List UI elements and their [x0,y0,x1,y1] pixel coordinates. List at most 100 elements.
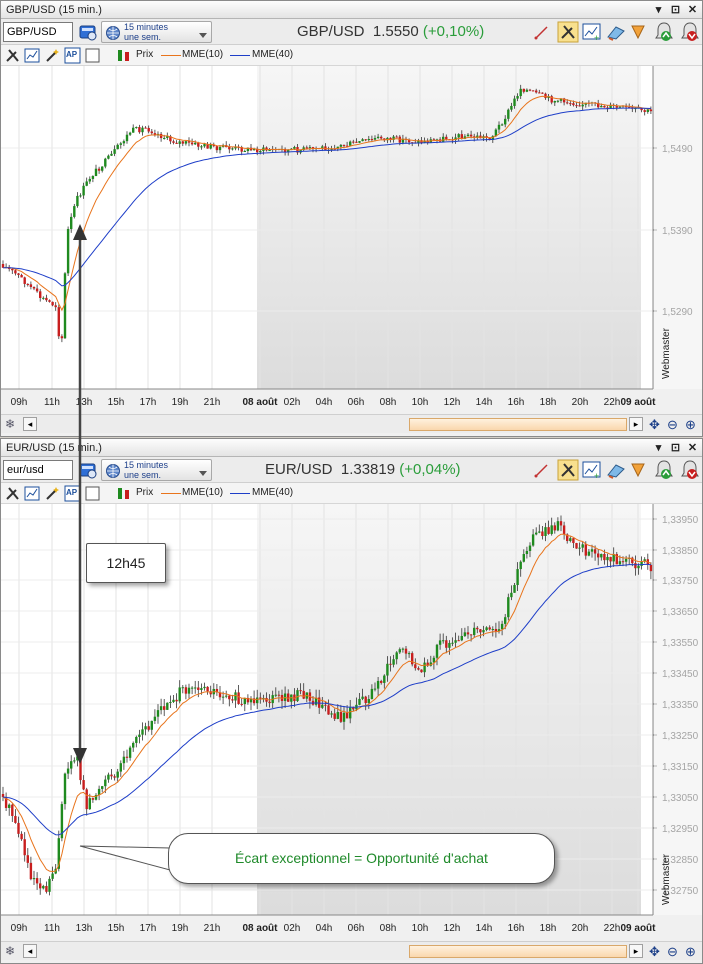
candle-bear [528,89,532,91]
tools-icon[interactable] [4,47,21,64]
candle-bear [1,794,5,797]
scroll-left-button[interactable]: ◂ [23,417,37,431]
symbol-input[interactable] [3,22,73,42]
tools-icon[interactable] [4,485,21,502]
close-button[interactable]: ✕ [687,3,698,16]
paint-icon[interactable] [605,21,627,43]
price-chart-gbpusd[interactable]: 1,54901,53901,529009h11h13h15h17h19h21h0… [1,66,702,414]
autoprice-icon[interactable]: AP [64,47,81,64]
zoom-in-icon[interactable]: ⊕ [685,417,696,433]
timeframe-select[interactable]: 15 minutes une sem. [101,21,212,43]
candle-bull [451,642,454,644]
minimize-button[interactable]: ▾ [653,3,664,16]
candle-bear [60,336,64,339]
close-button[interactable]: ✕ [687,441,698,454]
x-tick-label: 19h [172,397,189,408]
timeframe-select[interactable]: 15 minutes une sem. [101,459,212,481]
candle-bull [373,138,377,140]
paint-icon[interactable] [605,459,627,481]
pencil-icon[interactable] [531,459,553,481]
move-icon[interactable]: ✥ [649,944,660,960]
alert-up-icon[interactable] [653,459,675,481]
restore-button[interactable]: ⊡ [670,441,681,454]
period-label: une sem. [124,470,162,480]
candle-bull [70,761,73,769]
candle-bear [57,307,60,337]
book-icon[interactable] [77,21,99,43]
wand-icon[interactable] [44,47,61,64]
candle-bull [556,100,560,102]
svg-text:+: + [594,471,599,481]
y-axis-bg [654,504,702,915]
scroll-right-button[interactable]: ▸ [629,417,643,431]
candle-bear [380,136,383,139]
candle-bear [445,640,448,648]
candle-bear [82,780,85,790]
candle-bear [535,90,538,93]
candle-bull [116,771,119,778]
pen-icon[interactable] [629,459,651,481]
alert-down-icon[interactable] [679,459,701,481]
snowflake-icon[interactable]: ❄ [5,417,15,431]
pencil-icon[interactable] [531,21,553,43]
scroll-left-button[interactable]: ◂ [23,944,37,958]
chart-add-icon[interactable]: + [581,459,603,481]
candle-bear [20,833,23,840]
autoprice-icon[interactable]: AP [64,485,81,502]
x-tick-label: 21h [204,397,221,408]
zoom-out-icon[interactable]: ⊖ [667,417,678,433]
candle-bear [414,664,417,669]
candle-bear [197,142,200,147]
zoom-in-icon[interactable]: ⊕ [685,944,696,960]
chart-scrollbar[interactable]: ❄ ◂ ▸ ✥ ⊖ ⊕ [1,941,702,960]
candle-bull [132,127,135,133]
candle-bear [45,297,48,301]
checkbox-icon[interactable] [84,47,101,64]
restore-button[interactable]: ⊡ [670,3,681,16]
wand-icon[interactable] [44,485,61,502]
candle-bear [259,697,262,699]
x-tick-label: 19h [172,923,189,934]
scroll-thumb[interactable] [409,945,627,958]
candle-bull [256,697,259,704]
candle-bear [649,564,653,572]
scroll-thumb[interactable] [409,418,627,431]
candle-bull [119,763,122,772]
move-icon[interactable]: ✥ [649,417,660,433]
checkbox-icon[interactable] [84,485,101,502]
book-icon[interactable] [77,459,99,481]
candle-bear [299,690,302,692]
candle-bear [566,102,569,104]
candle-bull [184,141,188,144]
candle-bear [603,553,606,561]
candle-bull [473,627,476,636]
tools-icon[interactable] [557,459,579,481]
candle-bull [460,636,463,641]
minimize-button[interactable]: ▾ [653,441,664,454]
zoom-out-icon[interactable]: ⊖ [667,944,678,960]
candle-bull [395,652,398,660]
candle-bull [349,707,352,719]
candle-bull [556,521,560,531]
tools-icon[interactable] [557,21,579,43]
alert-up-icon[interactable] [653,21,675,43]
candle-bear [355,141,358,143]
candle-bull [218,146,222,151]
candle-bull [398,649,401,653]
chart-add-icon[interactable] [24,47,41,64]
candle-bull [42,297,45,299]
chart-add-icon[interactable]: + [581,21,603,43]
legend-ema40: MME(40) [252,49,294,60]
x-tick-label: 04h [316,397,333,408]
pen-icon[interactable] [629,21,651,43]
candle-bear [268,701,271,704]
chart-toolbar-secondary: AP Prix MME(10) MME(40) [1,45,702,66]
symbol-input[interactable] [3,460,73,480]
candle-bull [463,632,467,637]
chart-scrollbar[interactable]: ❄ ◂ ▸ ✥ ⊖ ⊕ [1,414,702,433]
chart-add-icon[interactable] [24,485,41,502]
snowflake-icon[interactable]: ❄ [5,944,15,958]
scroll-right-button[interactable]: ▸ [629,944,643,958]
alert-down-icon[interactable] [679,21,701,43]
candle-bull [361,139,364,142]
